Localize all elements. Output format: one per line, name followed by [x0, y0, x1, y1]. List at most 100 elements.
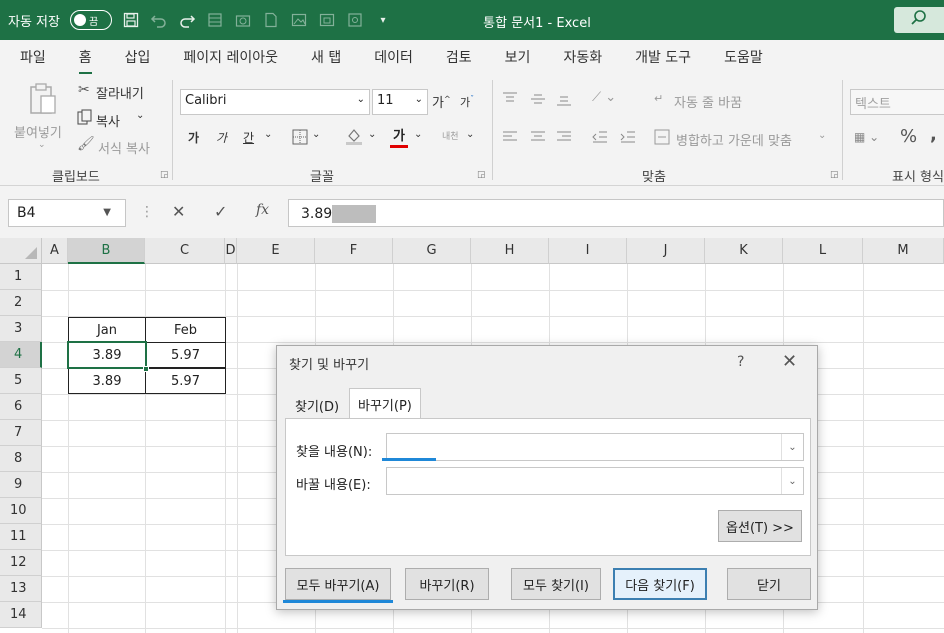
cell-b4[interactable]: 3.89 — [68, 342, 146, 368]
fill-handle[interactable] — [143, 366, 149, 372]
column-header-a[interactable]: A — [42, 238, 68, 264]
chevron-down-icon[interactable]: ⌄ — [781, 468, 803, 494]
comma-style-button[interactable]: , — [930, 124, 937, 145]
options-button[interactable]: 옵션(T) >> — [718, 510, 802, 542]
alignment-launcher-icon[interactable]: ◲ — [830, 170, 839, 180]
percent-button[interactable]: % — [900, 126, 917, 147]
tab-page-layout[interactable]: 페이지 레이아웃 — [183, 47, 278, 67]
tab-automate[interactable]: 자동화 — [563, 47, 602, 67]
copy-button[interactable]: 복사 — [96, 111, 120, 130]
decrease-indent-icon[interactable] — [592, 130, 608, 148]
row-header-2[interactable]: 2 — [0, 290, 42, 316]
cell-c4[interactable]: 5.97 — [145, 342, 226, 368]
clipboard-launcher-icon[interactable]: ◲ — [160, 170, 169, 180]
tab-data[interactable]: 데이터 — [374, 47, 413, 67]
cell-b5[interactable]: 3.89 — [68, 368, 146, 394]
tab-file[interactable]: 파일 — [20, 47, 46, 67]
fill-color-icon[interactable] — [345, 126, 363, 150]
tab-new[interactable]: 새 탭 — [311, 47, 341, 67]
cell-c5[interactable]: 5.97 — [145, 368, 226, 394]
row-header-13[interactable]: 13 — [0, 576, 42, 602]
fill-color-dropdown-icon[interactable]: ⌄ — [368, 129, 376, 140]
row-header-6[interactable]: 6 — [0, 394, 42, 420]
underline-button[interactable]: 간 — [243, 129, 254, 146]
search-button[interactable] — [894, 7, 944, 33]
row-header-10[interactable]: 10 — [0, 498, 42, 524]
row-header-3[interactable]: 3 — [0, 316, 42, 342]
format-painter-button[interactable]: 서식 복사 — [98, 138, 150, 157]
chevron-down-icon[interactable]: ⌄ — [781, 434, 803, 460]
align-bottom-icon[interactable] — [556, 92, 572, 110]
tab-insert[interactable]: 삽입 — [125, 47, 151, 67]
row-header-9[interactable]: 9 — [0, 472, 42, 498]
cut-button[interactable]: 잘라내기 — [96, 83, 144, 102]
font-color-button[interactable]: 가 — [390, 125, 408, 148]
align-middle-icon[interactable] — [530, 92, 546, 110]
row-header-14[interactable]: 14 — [0, 602, 42, 628]
tab-help[interactable]: 도움말 — [724, 47, 763, 67]
cell-b3[interactable]: Jan — [68, 317, 146, 343]
align-right-icon[interactable] — [556, 130, 572, 148]
tab-home[interactable]: 홈 — [78, 47, 92, 75]
column-header-c[interactable]: C — [145, 238, 225, 264]
find-what-input[interactable]: ⌄ — [386, 433, 804, 461]
phonetic-dropdown-icon[interactable]: ⌄ — [466, 129, 474, 140]
number-format-select[interactable]: 텍스트 — [850, 89, 944, 115]
cancel-entry-icon[interactable]: ✕ — [172, 202, 185, 221]
increase-indent-icon[interactable] — [620, 130, 636, 148]
tab-view[interactable]: 보기 — [505, 47, 531, 67]
align-center-icon[interactable] — [530, 130, 546, 148]
font-name-select[interactable]: Calibri ⌄ — [180, 89, 370, 115]
align-left-icon[interactable] — [502, 130, 518, 148]
borders-dropdown-icon[interactable]: ⌄ — [312, 129, 320, 140]
tab-find[interactable]: 찾기(D) — [287, 390, 347, 418]
wrap-text-button[interactable]: 자동 줄 바꿈 — [674, 92, 742, 111]
row-header-11[interactable]: 11 — [0, 524, 42, 550]
borders-icon[interactable] — [292, 129, 308, 149]
chevron-down-icon[interactable]: ▼ — [103, 207, 111, 218]
find-all-button[interactable]: 모두 찾기(I) — [511, 568, 601, 600]
tab-review[interactable]: 검토 — [446, 47, 472, 67]
select-all-button[interactable] — [0, 238, 42, 264]
font-launcher-icon[interactable]: ◲ — [477, 170, 486, 180]
shrink-font-button[interactable]: 가ˇ — [460, 94, 474, 110]
row-header-5[interactable]: 5 — [0, 368, 42, 394]
orientation-icon[interactable]: ⟋ ⌄ — [592, 90, 616, 105]
merge-center-button[interactable]: 병합하고 가운데 맞춤 — [676, 130, 792, 149]
column-header-k[interactable]: K — [705, 238, 783, 264]
replace-with-input[interactable]: ⌄ — [386, 467, 804, 495]
cell-c3[interactable]: Feb — [145, 317, 226, 343]
grow-font-button[interactable]: 가^ — [432, 92, 451, 111]
paste-button[interactable]: 붙여넣기 — [14, 122, 62, 141]
font-color-dropdown-icon[interactable]: ⌄ — [414, 129, 422, 140]
column-header-g[interactable]: G — [393, 238, 471, 264]
column-header-i[interactable]: I — [549, 238, 627, 264]
merge-dropdown-icon[interactable]: ⌄ — [818, 130, 826, 141]
row-header-12[interactable]: 12 — [0, 550, 42, 576]
formula-bar-grip-icon[interactable]: ⋮ — [140, 204, 154, 220]
font-size-select[interactable]: 11 ⌄ — [372, 89, 428, 115]
name-box[interactable]: B4 ▼ — [8, 199, 126, 227]
help-button[interactable]: ? — [737, 354, 744, 370]
confirm-entry-icon[interactable]: ✓ — [214, 202, 227, 221]
formula-input[interactable]: 3.89 — [288, 199, 944, 227]
align-top-icon[interactable] — [502, 92, 518, 110]
row-header-1[interactable]: 1 — [0, 264, 42, 290]
close-button[interactable]: 닫기 — [727, 568, 811, 600]
column-header-b[interactable]: B — [68, 238, 145, 264]
replace-all-button[interactable]: 모두 바꾸기(A) — [285, 568, 391, 600]
tab-replace[interactable]: 바꾸기(P) — [349, 388, 421, 418]
paste-icon[interactable] — [28, 82, 58, 120]
close-icon[interactable]: ✕ — [782, 351, 797, 372]
row-header-8[interactable]: 8 — [0, 446, 42, 472]
tab-developer[interactable]: 개발 도구 — [635, 47, 691, 67]
find-next-button[interactable]: 다음 찾기(F) — [613, 568, 707, 600]
row-header-7[interactable]: 7 — [0, 420, 42, 446]
paste-dropdown-icon[interactable]: ⌄ — [38, 140, 46, 150]
column-header-e[interactable]: E — [237, 238, 315, 264]
italic-button[interactable]: 가 — [216, 129, 227, 146]
phonetic-button[interactable]: 내천 — [442, 129, 459, 142]
column-header-j[interactable]: J — [627, 238, 705, 264]
insert-function-icon[interactable]: fx — [256, 202, 269, 218]
column-header-m[interactable]: M — [863, 238, 944, 264]
